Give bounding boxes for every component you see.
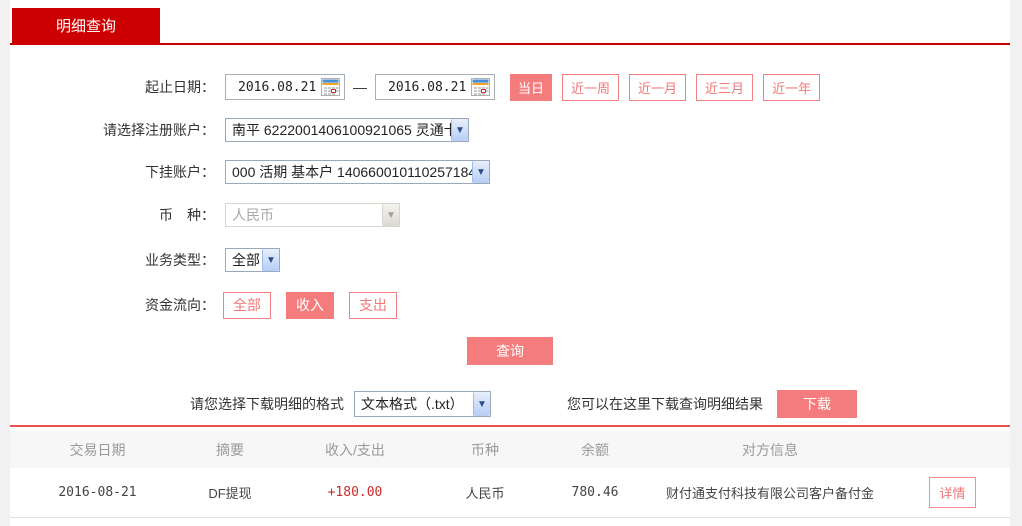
- business-type-label: 业务类型：: [10, 250, 215, 270]
- date-range-row: 起止日期： —: [10, 72, 1010, 102]
- table-top-line: [10, 425, 1010, 427]
- sub-account-label: 下挂账户：: [10, 162, 215, 182]
- header-balance: 余额: [555, 440, 635, 460]
- currency-label: 币 种：: [10, 205, 215, 225]
- fund-flow-label: 资金流向：: [10, 295, 215, 315]
- sub-account-select[interactable]: 000 活期 基本户 1406600101102571848 ▼: [225, 160, 490, 184]
- register-account-select[interactable]: 南平 6222001406100921065 灵通卡 ▼: [225, 118, 469, 142]
- business-type-row: 业务类型： 全部 ▼: [10, 247, 1010, 273]
- cell-balance: 780.46: [555, 485, 635, 500]
- date-separator: —: [353, 79, 367, 95]
- download-hint-text: 您可以在这里下载查询明细结果: [567, 394, 763, 414]
- tab-underline: [10, 43, 1010, 45]
- download-row: 请您选择下载明细的格式 文本格式（.txt） ▼ 您可以在这里下载查询明细结果 …: [10, 390, 1010, 418]
- quick-range-month-button[interactable]: 近一月: [629, 74, 686, 101]
- quick-range-year-button[interactable]: 近一年: [763, 74, 820, 101]
- calendar-icon[interactable]: [320, 77, 340, 97]
- sub-account-value: 000 活期 基本户 1406600101102571848: [226, 162, 472, 182]
- table-row: 2016-08-21 DF提现 +180.00 人民币 780.46 财付通支付…: [10, 468, 1010, 518]
- detail-button[interactable]: 详情: [929, 477, 975, 508]
- header-income-expense: 收入/支出: [295, 440, 415, 460]
- download-format-value: 文本格式（.txt）: [355, 394, 473, 414]
- chevron-down-icon: ▼: [473, 392, 490, 416]
- currency-row: 币 种： 人民币 ▼: [10, 202, 1010, 228]
- fund-flow-expense-button[interactable]: 支出: [349, 292, 397, 319]
- quick-range-today-button[interactable]: 当日: [510, 74, 552, 101]
- register-account-value: 南平 6222001406100921065 灵通卡: [226, 120, 451, 140]
- date-range-label: 起止日期：: [10, 77, 215, 97]
- cell-summary: DF提现: [165, 483, 295, 502]
- cell-action: 详情: [905, 477, 1000, 508]
- start-date-input[interactable]: [225, 74, 345, 100]
- fund-flow-row: 资金流向： 全部 收入 支出: [10, 291, 1010, 319]
- chevron-down-icon: ▼: [262, 249, 279, 271]
- tab-label: 明细查询: [56, 15, 116, 36]
- register-account-label: 请选择注册账户：: [10, 120, 215, 140]
- cell-trade-date: 2016-08-21: [30, 485, 165, 500]
- currency-select: 人民币 ▼: [225, 203, 400, 227]
- header-summary: 摘要: [165, 440, 295, 460]
- start-date-field[interactable]: [226, 76, 320, 98]
- end-date-input[interactable]: [375, 74, 495, 100]
- currency-value: 人民币: [226, 205, 382, 225]
- business-type-select[interactable]: 全部 ▼: [225, 248, 280, 272]
- cell-amount: +180.00: [295, 485, 415, 500]
- tab-detail-query[interactable]: 明细查询: [12, 8, 160, 43]
- cell-currency: 人民币: [415, 483, 555, 502]
- chevron-down-icon: ▼: [451, 119, 468, 141]
- quick-range-week-button[interactable]: 近一周: [562, 74, 619, 101]
- download-format-label: 请您选择下载明细的格式: [190, 394, 344, 414]
- register-account-row: 请选择注册账户： 南平 6222001406100921065 灵通卡 ▼: [10, 117, 1010, 143]
- cell-counterparty: 财付通支付科技有限公司客户备付金: [635, 483, 905, 502]
- calendar-icon[interactable]: [470, 77, 490, 97]
- header-currency: 币种: [415, 440, 555, 460]
- chevron-down-icon: ▼: [382, 204, 399, 226]
- download-button[interactable]: 下载: [777, 390, 857, 418]
- quick-range-3months-button[interactable]: 近三月: [696, 74, 753, 101]
- chevron-down-icon: ▼: [472, 161, 489, 183]
- sub-account-row: 下挂账户： 000 活期 基本户 1406600101102571848 ▼: [10, 159, 1010, 185]
- header-counterparty: 对方信息: [635, 440, 905, 460]
- query-button[interactable]: 查询: [467, 337, 553, 365]
- business-type-value: 全部: [226, 250, 262, 270]
- fund-flow-all-button[interactable]: 全部: [223, 292, 271, 319]
- download-format-select[interactable]: 文本格式（.txt） ▼: [354, 391, 491, 417]
- fund-flow-income-button[interactable]: 收入: [286, 292, 334, 319]
- content-panel: 明细查询 起止日期：: [10, 0, 1010, 526]
- end-date-field[interactable]: [376, 76, 470, 98]
- page: 明细查询 起止日期：: [0, 0, 1022, 526]
- table-header-row: 交易日期 摘要 收入/支出 币种 余额 对方信息: [10, 431, 1010, 468]
- header-trade-date: 交易日期: [30, 440, 165, 460]
